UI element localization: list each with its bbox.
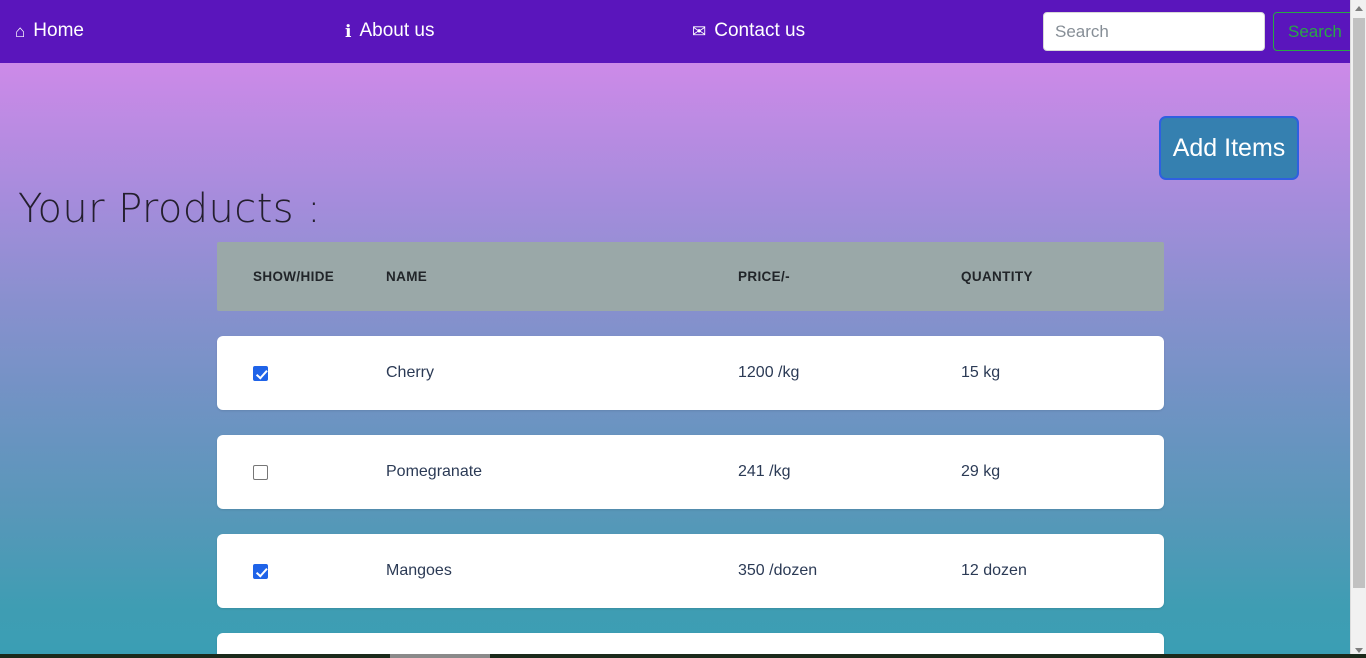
row-quantity-cell: 15 kg <box>961 364 1001 381</box>
row-name-cell: Mangoes <box>386 562 452 579</box>
products-table: SHOW/HIDE NAME PRICE/- QUANTITY Cherry 1… <box>217 242 1164 658</box>
table-row[interactable]: Cherry 1200 /kg 15 kg <box>217 336 1164 410</box>
os-taskbar <box>0 654 1366 658</box>
nav-link-about-us[interactable]: ℹ About us <box>345 20 434 42</box>
row-quantity-cell: 12 dozen <box>961 562 1027 579</box>
nav-link-about-us-label: About us <box>359 20 435 41</box>
column-header-name: NAME <box>386 269 428 284</box>
browser-page: ⌂ Home ℹ About us ✉ Contact us Search Ad… <box>0 0 1366 658</box>
table-row[interactable]: Mangoes 350 /dozen 12 dozen <box>217 534 1164 608</box>
row-name-cell: Cherry <box>386 364 435 381</box>
add-items-button[interactable]: Add Items <box>1159 116 1299 180</box>
row-price-cell: 350 /dozen <box>738 562 818 579</box>
column-header-price: PRICE/- <box>738 269 790 284</box>
row-show-hide-cell <box>217 563 386 579</box>
row-price-cell: 1200 /kg <box>738 364 800 381</box>
column-header-quantity: QUANTITY <box>961 269 1033 284</box>
row-quantity-cell: 29 kg <box>961 463 1001 480</box>
row-price-cell: 241 /kg <box>738 463 791 480</box>
row-visibility-checkbox[interactable] <box>253 464 268 480</box>
info-icon: ℹ <box>345 21 352 41</box>
search-input[interactable] <box>1043 12 1265 51</box>
top-navbar: ⌂ Home ℹ About us ✉ Contact us Search <box>0 0 1350 63</box>
home-icon: ⌂ <box>15 21 26 41</box>
column-header-show-hide: SHOW/HIDE <box>253 269 335 284</box>
table-row[interactable]: Pomegranate 241 /kg 29 kg <box>217 435 1164 509</box>
search-button[interactable]: Search <box>1273 12 1350 51</box>
envelope-icon: ✉ <box>692 21 707 41</box>
page-viewport: ⌂ Home ℹ About us ✉ Contact us Search Ad… <box>0 0 1350 658</box>
row-show-hide-cell <box>217 365 386 381</box>
nav-link-home-label: Home <box>33 20 84 41</box>
row-name-cell: Pomegranate <box>386 463 483 480</box>
nav-link-contact-us[interactable]: ✉ Contact us <box>692 20 805 42</box>
table-header-row: SHOW/HIDE NAME PRICE/- QUANTITY <box>217 242 1164 311</box>
row-visibility-checkbox[interactable] <box>253 563 268 579</box>
vertical-scrollbar[interactable] <box>1350 0 1366 658</box>
scroll-up-arrow-icon[interactable] <box>1351 0 1366 16</box>
page-title: Your Products : <box>18 186 322 232</box>
row-show-hide-cell <box>217 464 386 480</box>
scrollbar-thumb[interactable] <box>1353 18 1365 588</box>
taskbar-active-window[interactable] <box>390 654 490 658</box>
row-visibility-checkbox[interactable] <box>253 365 268 381</box>
nav-link-contact-us-label: Contact us <box>714 20 806 41</box>
nav-link-home[interactable]: ⌂ Home <box>15 20 84 42</box>
